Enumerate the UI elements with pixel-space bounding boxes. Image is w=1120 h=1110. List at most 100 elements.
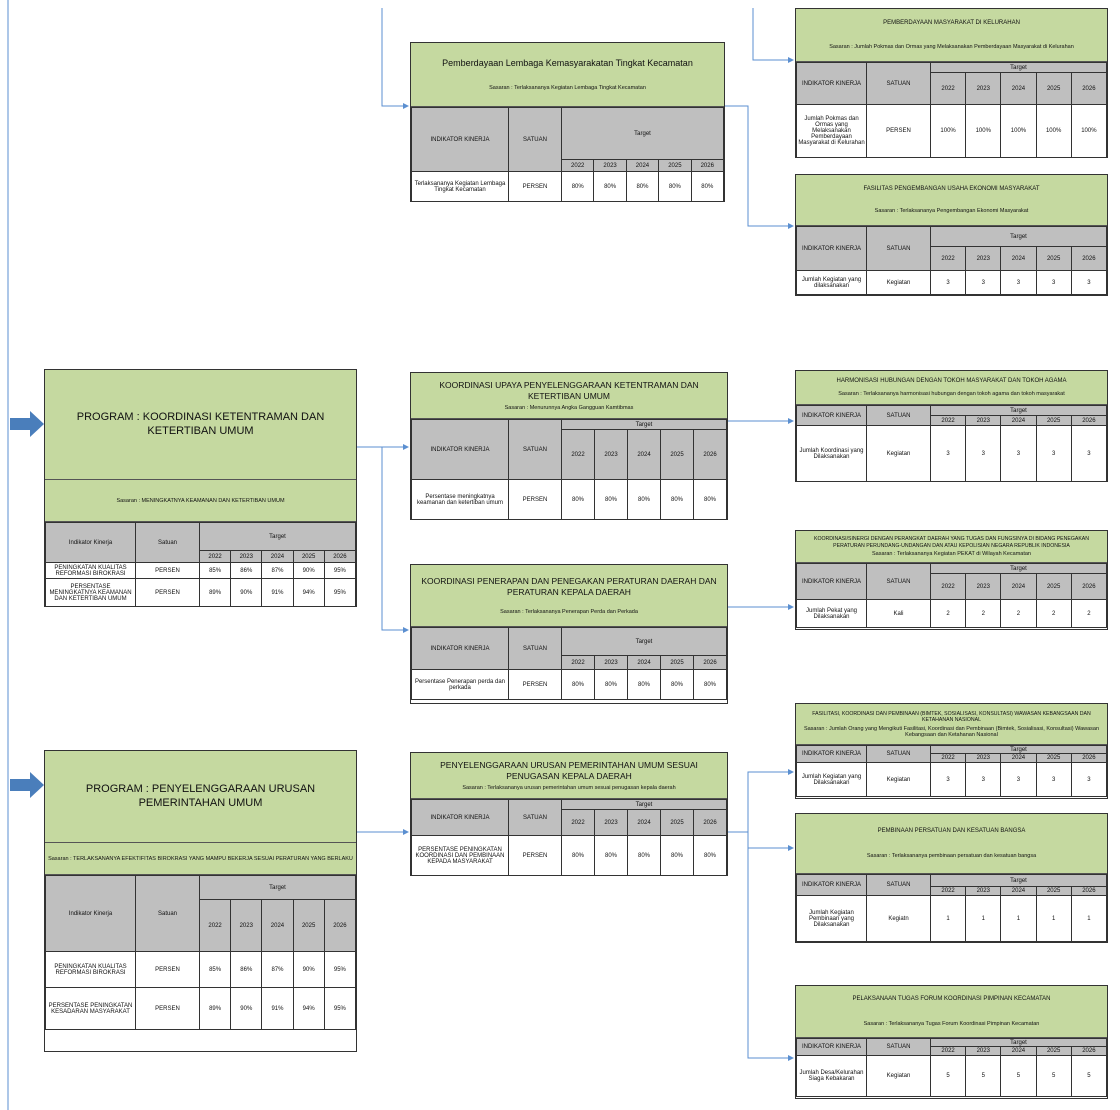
kegiatan-title: Pemberdayaan Lembaga Kemasyarakatan Ting… bbox=[442, 57, 693, 68]
kegiatan-title: KOORDINASI PENERAPAN DAN PENEGAKAN PERAT… bbox=[421, 575, 717, 597]
target-cell: 86% bbox=[230, 562, 263, 579]
subkegiatan-box: KOORDINASI/SINERGI DENGAN PERANGKAT DAER… bbox=[795, 530, 1108, 630]
col-satuan: SATUAN bbox=[508, 627, 562, 670]
program-indicator-table: Indikator Kinerja Satuan Target 2022 2023 20… bbox=[45, 522, 357, 607]
subkegiatan-header: PELAKSANAAN TUGAS FORUM KOORDINASI PIMPI… bbox=[796, 986, 1107, 1038]
target-cell: 5 bbox=[1000, 1055, 1037, 1097]
target-cell: 90% bbox=[292, 562, 325, 579]
col-year: 2022 bbox=[561, 655, 595, 670]
target-cell: 80% bbox=[627, 835, 661, 876]
satuan-cell: Kegiatan bbox=[866, 270, 931, 295]
col-year: 2026 bbox=[1070, 1046, 1108, 1056]
target-cell: 80% bbox=[627, 669, 661, 700]
target-cell: 80% bbox=[593, 171, 627, 202]
col-indikator: INDIKATOR KINERJA bbox=[411, 419, 509, 480]
indikator-cell: Jumlah Kegiatan yang dilaksanakan bbox=[796, 270, 867, 295]
subkegiatan-title: PELAKSANAAN TUGAS FORUM KOORDINASI PIMPI… bbox=[852, 995, 1051, 1002]
target-cell: 3 bbox=[1035, 762, 1072, 797]
table-row: PERSENTASE MENINGKATNYA KEAMANAN DAN KET… bbox=[45, 578, 357, 607]
col-year: 2022 bbox=[929, 72, 967, 105]
kegiatan-sasaran: Sasaran : Terlaksananya Kegiatan Lembaga… bbox=[489, 85, 646, 92]
subkegiatan-table: INDIKATOR KINERJA SATUAN Target 2022 2023 20… bbox=[796, 874, 1108, 942]
subkegiatan-table: INDIKATOR KINERJA SATUAN Target 2022 2023 20… bbox=[796, 62, 1108, 158]
satuan-cell: PERSEN bbox=[135, 578, 200, 607]
target-cell: 3 bbox=[1000, 270, 1037, 295]
subkegiatan-box: PEMBERDAYAAN MASYARAKAT DI KELURAHAN Sas… bbox=[795, 8, 1108, 158]
col-year: 2025 bbox=[1035, 415, 1072, 426]
kegiatan-title: KOORDINASI UPAYA PENYELENGGARAAN KETENTR… bbox=[439, 380, 699, 401]
col-indikator: INDIKATOR KINERJA bbox=[796, 1038, 867, 1056]
col-indikator: INDIKATOR KINERJA bbox=[796, 745, 867, 763]
target-cell: 94% bbox=[292, 578, 325, 607]
indikator-cell: Persentase meningkatnya keamanan dan ket… bbox=[411, 479, 509, 520]
col-indikator: INDIKATOR KINERJA bbox=[796, 226, 867, 271]
subkegiatan-table: INDIKATOR KINERJA SATUAN Target 2022 2023 20… bbox=[796, 405, 1108, 482]
col-year: 2026 bbox=[693, 809, 727, 836]
target-cell: 95% bbox=[323, 562, 357, 579]
kegiatan-box: KOORDINASI UPAYA PENYELENGGARAAN KETENTR… bbox=[410, 372, 728, 520]
col-year: 2024 bbox=[625, 159, 660, 172]
col-year: 2024 bbox=[627, 655, 661, 670]
target-cell: 95% bbox=[323, 987, 357, 1030]
indikator-cell: Jumlah Kegiatan Pembinaan yang Dilaksana… bbox=[796, 895, 867, 942]
target-cell: 100% bbox=[965, 104, 1002, 158]
col-year: 2022 bbox=[560, 159, 595, 172]
indikator-cell: Jumlah Desa/Kelurahan Siaga Kebakaran bbox=[796, 1055, 867, 1097]
col-year: 2025 bbox=[1035, 72, 1072, 105]
col-year: 2023 bbox=[965, 72, 1002, 105]
col-year: 2023 bbox=[230, 899, 263, 952]
table-row: Jumlah Kegiatan Pembinaan yang Dilaksana… bbox=[796, 895, 1108, 942]
col-year: 2023 bbox=[230, 550, 263, 563]
indikator-cell: PENINGKATAN KUALITAS REFORMASI BIROKRASI bbox=[45, 951, 136, 988]
target-cell: 3 bbox=[1035, 270, 1072, 295]
target-cell: 80% bbox=[594, 479, 628, 520]
target-cell: 3 bbox=[965, 762, 1002, 797]
satuan-cell: PERSEN bbox=[508, 479, 562, 520]
col-indikator: INDIKATOR KINERJA bbox=[411, 107, 509, 172]
col-satuan: SATUAN bbox=[866, 62, 931, 105]
col-target: Target bbox=[199, 522, 356, 551]
col-target: Target bbox=[561, 799, 727, 810]
target-cell: 80% bbox=[561, 479, 595, 520]
target-cell: 100% bbox=[1000, 104, 1037, 158]
col-year: 2023 bbox=[594, 429, 628, 480]
col-year: 2026 bbox=[690, 159, 725, 172]
target-cell: 5 bbox=[965, 1055, 1002, 1097]
col-year: 2026 bbox=[1070, 573, 1108, 600]
target-cell: 1 bbox=[1070, 895, 1108, 942]
col-target: Target bbox=[930, 874, 1107, 887]
satuan-cell: Kegiatan bbox=[866, 762, 931, 797]
subkegiatan-header: HARMONISASI HUBUNGAN DENGAN TOKOH MASYAR… bbox=[796, 371, 1107, 405]
table-row: Jumlah Kegiatan yang dilaksanakan Kegiata… bbox=[796, 270, 1108, 295]
col-target: Target bbox=[930, 405, 1107, 416]
subkegiatan-sasaran: Sasaran : Jumlah Pokmas dan Ormas yang M… bbox=[829, 43, 1074, 50]
subkegiatan-title: HARMONISASI HUBUNGAN DENGAN TOKOH MASYAR… bbox=[836, 378, 1067, 385]
kegiatan-header: KOORDINASI UPAYA PENYELENGGARAAN KETENTR… bbox=[411, 373, 727, 419]
indikator-cell: Persentase Penerapan perda dan perkada bbox=[411, 669, 509, 700]
target-cell: 80% bbox=[693, 835, 727, 876]
indikator-cell: PERSENTASE PENINGKATAN KESADARAN MASYARA… bbox=[45, 987, 136, 1030]
satuan-cell: PERSEN bbox=[135, 987, 200, 1030]
col-year: 2023 bbox=[594, 655, 628, 670]
col-year: 2024 bbox=[261, 550, 294, 563]
target-cell: 3 bbox=[929, 425, 967, 482]
col-year: 2022 bbox=[929, 753, 967, 763]
col-year: 2022 bbox=[929, 1046, 967, 1056]
subkegiatan-sasaran: Sasaran : Terlaksananya Pengembangan Eko… bbox=[874, 207, 1029, 214]
col-year: 2023 bbox=[594, 809, 628, 836]
col-year: 2023 bbox=[965, 1046, 1002, 1056]
indikator-cell: PERSENTASE PENINGKATAN KOORDINASI DAN PE… bbox=[411, 835, 509, 876]
target-cell: 3 bbox=[1000, 425, 1037, 482]
table-row: Terlaksananya Kegiatan Lembaga Tingkat K… bbox=[411, 171, 725, 202]
col-year: 2025 bbox=[292, 899, 325, 952]
col-year: 2025 bbox=[660, 429, 694, 480]
col-year: 2024 bbox=[1000, 573, 1037, 600]
col-year: 2026 bbox=[1070, 246, 1108, 271]
target-cell: 80% bbox=[660, 835, 694, 876]
col-indikator: INDIKATOR KINERJA bbox=[796, 405, 867, 426]
col-target: Target bbox=[561, 627, 727, 656]
col-indikator: INDIKATOR KINERJA bbox=[796, 563, 867, 600]
col-satuan: SATUAN bbox=[866, 226, 931, 271]
target-cell: 94% bbox=[292, 987, 325, 1030]
target-cell: 100% bbox=[929, 104, 967, 158]
